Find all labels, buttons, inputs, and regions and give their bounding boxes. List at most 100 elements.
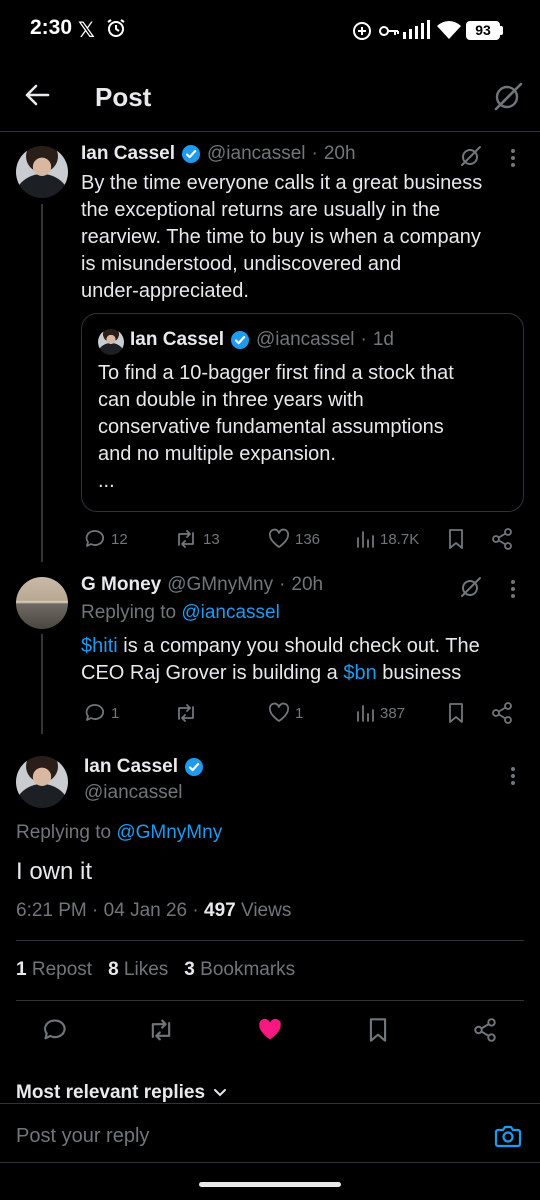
quoted-text-line: can double in three years with: [98, 389, 364, 411]
bookmark-icon[interactable]: [367, 1017, 389, 1043]
quoted-text-line: conservative fundamental assumptions: [98, 416, 444, 438]
vpn-key-icon: [378, 23, 400, 39]
more-options-icon[interactable]: [510, 148, 516, 168]
dot-separator: ·: [311, 143, 318, 164]
repost-icon: [178, 530, 194, 548]
dot-separator: ·: [92, 900, 99, 921]
reply-button[interactable]: 12: [84, 528, 128, 550]
cashtag-link[interactable]: $hiti: [81, 635, 118, 657]
post-text-line: under-appreciated.: [81, 280, 249, 302]
bookmark-icon[interactable]: [447, 702, 465, 724]
replies-sort-dropdown[interactable]: Most relevant replies: [16, 1082, 227, 1104]
repost-icon[interactable]: [147, 1017, 175, 1043]
share-icon[interactable]: [472, 1017, 498, 1043]
post-text-line: By the time everyone calls it a great bu…: [81, 172, 483, 194]
cashtag-link[interactable]: $bn: [343, 662, 376, 684]
views-chart-icon: [357, 705, 374, 722]
verified-badge-icon: [184, 757, 204, 777]
quoted-text-line: ...: [98, 470, 115, 492]
quoted-post-time: 1d: [372, 329, 394, 350]
views-count: 387: [380, 704, 406, 722]
home-indicator[interactable]: [199, 1182, 341, 1187]
author-handle[interactable]: @iancassel: [84, 782, 183, 804]
dot-separator: ·: [279, 574, 286, 595]
views-button[interactable]: 18.7K: [355, 528, 419, 550]
alarm-icon: [106, 18, 126, 38]
views-button[interactable]: 387: [355, 702, 405, 724]
header-divider: [0, 131, 540, 132]
author-handle[interactable]: @GMnyMny: [167, 574, 273, 596]
post-header: Ian Cassel @iancassel · 20h: [81, 143, 356, 165]
reply-count: 1: [111, 704, 120, 722]
more-options-icon[interactable]: [510, 766, 516, 786]
camera-icon[interactable]: [494, 1123, 522, 1149]
replying-to-handle-link[interactable]: @GMnyMny: [116, 822, 222, 843]
page-title: Post: [95, 82, 152, 112]
bookmark-icon[interactable]: [447, 528, 465, 550]
replying-to: Replying to @iancassel: [81, 602, 280, 624]
author-handle[interactable]: @iancassel: [207, 143, 306, 165]
post-timestamp: 6:21 PM · 04 Jan 26 · 497 Views: [16, 900, 291, 922]
quoted-author-handle: @iancassel: [256, 329, 355, 350]
post-text: By the time everyone calls it a great bu…: [81, 170, 521, 305]
author-name[interactable]: G Money: [81, 574, 161, 596]
reply-count: 12: [111, 530, 128, 548]
like-count: 136: [295, 530, 321, 548]
post-time[interactable]: 20h: [291, 574, 323, 596]
grok-icon[interactable]: [459, 575, 483, 599]
grok-icon[interactable]: [459, 144, 483, 168]
share-icon[interactable]: [490, 527, 514, 551]
bookmarks-label: Bookmarks: [200, 959, 296, 980]
x-app-icon: 𝕏: [78, 19, 95, 42]
status-time: 2:30: [30, 16, 73, 39]
repost-button[interactable]: 13: [174, 528, 220, 550]
likes-count: 8: [108, 959, 119, 980]
reply-icon: [85, 530, 104, 547]
dot-separator: ·: [360, 329, 367, 350]
author-name[interactable]: Ian Cassel: [84, 756, 178, 778]
replying-to-label: Replying to: [16, 822, 112, 843]
divider: [16, 1000, 524, 1001]
heart-liked-icon[interactable]: [256, 1017, 284, 1043]
data-saver-icon: [352, 21, 372, 41]
verified-badge-icon: [230, 330, 250, 350]
post-header: G Money @GMnyMny · 20h: [81, 574, 323, 596]
divider: [16, 940, 524, 941]
post-text-line: $hiti is a company you should check out.…: [81, 633, 531, 660]
reply-icon[interactable]: [42, 1017, 68, 1043]
reposts-stat[interactable]: 1 Repost: [16, 959, 92, 981]
battery-indicator: 93: [466, 21, 500, 40]
share-icon[interactable]: [490, 701, 514, 725]
replying-to-handle-link[interactable]: @iancassel: [181, 602, 280, 623]
bookmarks-stat[interactable]: 3 Bookmarks: [184, 959, 295, 981]
like-button[interactable]: 136: [268, 528, 320, 550]
more-options-icon[interactable]: [510, 579, 516, 599]
engagement-stats: 1 Repost 8 Likes 3 Bookmarks: [16, 959, 295, 981]
post-date[interactable]: 04 Jan 26: [104, 900, 187, 921]
quoted-text-line: To find a 10-bagger first find a stock t…: [98, 362, 454, 384]
likes-stat[interactable]: 8 Likes: [108, 959, 168, 981]
chevron-down-icon: [213, 1088, 227, 1098]
author-name[interactable]: Ian Cassel: [81, 143, 175, 165]
like-button[interactable]: 1: [268, 702, 303, 724]
post-time[interactable]: 20h: [324, 143, 356, 165]
reply-button[interactable]: 1: [84, 702, 119, 724]
avatar[interactable]: [16, 146, 68, 198]
reply-icon: [85, 704, 104, 721]
main-post-text: I own it: [16, 858, 93, 885]
back-arrow-icon[interactable]: [24, 82, 50, 108]
avatar[interactable]: [16, 577, 68, 629]
views-count: 497: [204, 900, 236, 921]
post-text-line: is misunderstood, undiscovered and: [81, 253, 402, 275]
reply-input[interactable]: Post your reply: [16, 1125, 149, 1148]
avatar[interactable]: [16, 756, 68, 808]
quoted-author-name: Ian Cassel: [130, 329, 224, 350]
cell-signal-icon: [402, 20, 432, 40]
quoted-avatar: [98, 329, 124, 355]
thread-line: [41, 204, 43, 562]
post-time[interactable]: 6:21 PM: [16, 900, 87, 921]
grok-icon[interactable]: [492, 80, 524, 112]
repost-button[interactable]: [174, 702, 198, 724]
replies-sort-label: Most relevant replies: [16, 1082, 206, 1103]
like-count: 1: [295, 704, 304, 722]
